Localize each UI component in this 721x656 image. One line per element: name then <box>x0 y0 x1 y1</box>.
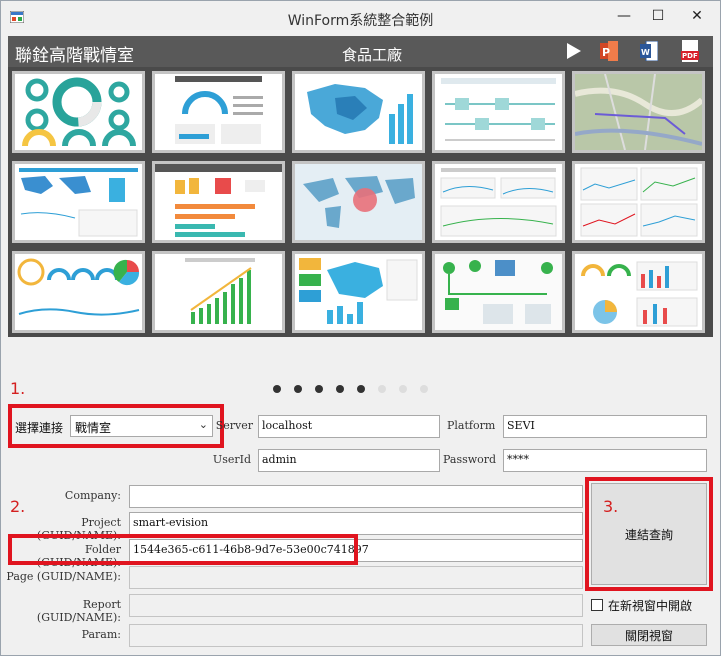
param-label: Param: <box>81 628 121 641</box>
thumb-dashboard-factory[interactable] <box>432 251 565 333</box>
page-label: Page (GUID/NAME): <box>6 570 121 583</box>
title-bar: WinForm系統整合範例 — ☐ ✕ <box>1 1 720 36</box>
thumb-dashboard-world-bubble[interactable] <box>292 161 425 243</box>
platform-label: Platform <box>447 419 496 432</box>
userid-input[interactable]: admin <box>258 449 440 472</box>
pdf-glyph: PDF <box>682 52 698 60</box>
pager-dot-2[interactable] <box>294 385 302 393</box>
password-label: Password <box>443 453 497 466</box>
minimize-button[interactable]: — <box>607 1 641 31</box>
thumb-dashboard-growth-bars[interactable] <box>152 251 285 333</box>
thumb-dashboard-city-map[interactable] <box>572 71 705 153</box>
thumb-dashboard-world-map[interactable] <box>12 161 145 243</box>
platform-input[interactable]: SEVI <box>503 415 707 438</box>
thumb-dashboard-tables[interactable] <box>432 161 565 243</box>
step-three-label: 3. <box>603 497 619 516</box>
thumb-dashboard-bar-report[interactable] <box>152 161 285 243</box>
close-window-button[interactable]: 關閉視窗 <box>591 624 707 646</box>
dashboard-banner: 聯銓高階戰情室 食品工廠 P W PDF <box>8 36 713 67</box>
maximize-button[interactable]: ☐ <box>641 1 675 31</box>
open-new-window-checkbox[interactable] <box>591 599 603 611</box>
pager-dot-1[interactable] <box>273 385 281 393</box>
company-input[interactable] <box>129 485 583 508</box>
play-icon[interactable] <box>566 42 582 60</box>
server-label: Server <box>215 419 253 432</box>
thumb-dashboard-china-map[interactable] <box>292 71 425 153</box>
report-input[interactable] <box>129 594 583 617</box>
page-input[interactable] <box>129 566 583 589</box>
connection-select-label: 選擇連接 <box>15 421 64 435</box>
thumb-dashboard-multi-line[interactable] <box>572 161 705 243</box>
param-input[interactable] <box>129 624 583 647</box>
open-new-window-label[interactable]: 在新視窗中開啟 <box>608 597 692 614</box>
pager-dot-7[interactable] <box>399 385 407 393</box>
report-label: Report (GUID/NAME): <box>36 598 121 624</box>
thumb-dashboard-gauges[interactable] <box>12 251 145 333</box>
step-one-label: 1. <box>10 379 26 398</box>
close-button[interactable]: ✕ <box>677 1 717 31</box>
step-three-highlight <box>585 477 713 591</box>
pager-dot-3[interactable] <box>315 385 323 393</box>
company-label: Company: <box>64 489 121 502</box>
connection-select[interactable]: 戰情室 ⌄ <box>70 415 213 437</box>
thumb-dashboard-flow[interactable] <box>432 71 565 153</box>
pager-dot-8[interactable] <box>420 385 428 393</box>
password-input[interactable]: **** <box>503 449 707 472</box>
thumb-dashboard-donuts[interactable] <box>12 71 145 153</box>
thumb-dashboard-china-heat[interactable] <box>292 251 425 333</box>
thumb-dashboard-gauge[interactable] <box>152 71 285 153</box>
word-glyph: W <box>641 48 650 57</box>
banner-title: 聯銓高階戰情室 <box>15 46 134 66</box>
word-icon[interactable]: W <box>640 41 658 61</box>
userid-label: UserId <box>212 453 251 466</box>
project-input[interactable]: smart-evision <box>129 512 583 535</box>
banner-subtitle: 食品工廠 <box>342 46 403 64</box>
pager-dot-4[interactable] <box>336 385 344 393</box>
pager-dot-6[interactable] <box>378 385 386 393</box>
connection-select-value: 戰情室 <box>75 421 112 435</box>
pager-dot-5[interactable] <box>357 385 365 393</box>
powerpoint-icon[interactable]: P <box>600 41 618 61</box>
step-two-highlight <box>8 534 358 565</box>
server-input[interactable]: localhost <box>258 415 440 438</box>
dashboard-gallery <box>8 67 713 337</box>
pdf-icon[interactable]: PDF <box>681 40 699 62</box>
app-window: WinForm系統整合範例 — ☐ ✕ 聯銓高階戰情室 食品工廠 P W PDF <box>0 0 721 656</box>
ppt-glyph: P <box>602 46 610 59</box>
chevron-down-icon: ⌄ <box>198 418 208 431</box>
thumb-dashboard-kpi-mix[interactable] <box>572 251 705 333</box>
